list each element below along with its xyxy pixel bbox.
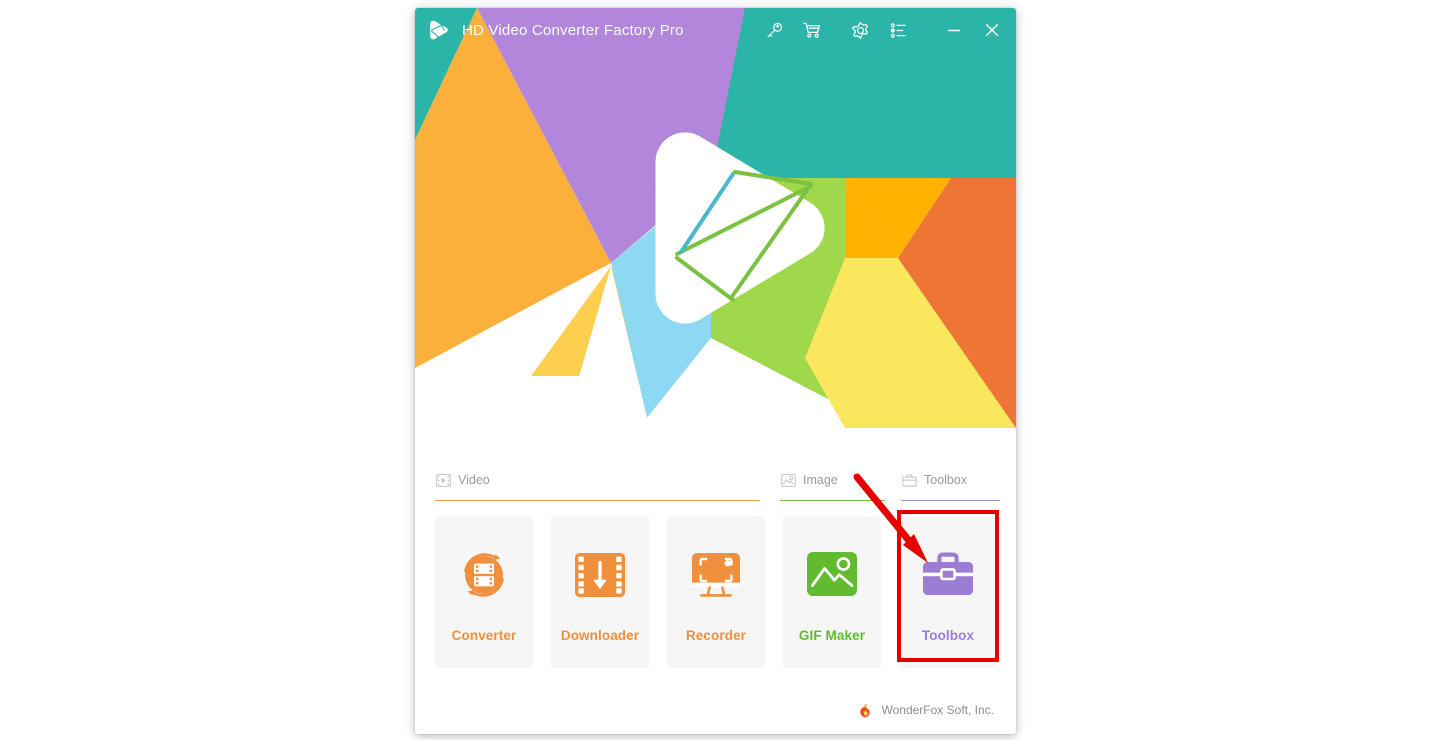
film-strip-icon (435, 472, 451, 488)
picture-icon (780, 472, 796, 488)
main-content: Video Image Toolbox Converter Downloader… (415, 451, 1016, 734)
minimize-button[interactable] (939, 15, 969, 45)
settings-gear-button[interactable] (845, 15, 875, 45)
close-button[interactable] (977, 15, 1007, 45)
converter-icon (452, 543, 516, 607)
section-image-label: Image (803, 473, 838, 487)
register-key-button[interactable] (759, 15, 789, 45)
section-header-row: Video Image Toolbox (435, 469, 1000, 501)
briefcase-icon (901, 472, 917, 488)
section-video: Video (435, 469, 760, 501)
tile-toolbox[interactable]: Toolbox (899, 517, 997, 668)
minimize-icon (948, 29, 960, 32)
close-icon (985, 23, 999, 37)
section-image-head: Image (780, 469, 885, 491)
hero-banner (415, 8, 1016, 451)
application-window: HD Video Converter Factory Pro Video Ima… (415, 8, 1016, 734)
section-image: Image (780, 469, 885, 501)
section-video-label: Video (458, 473, 490, 487)
downloader-icon (568, 543, 632, 607)
recorder-icon (684, 543, 748, 607)
tile-toolbox-label: Toolbox (921, 628, 975, 643)
key-icon (766, 22, 782, 37)
purchase-cart-button[interactable] (797, 15, 827, 45)
tile-gif-maker[interactable]: GIF Maker (783, 517, 881, 668)
tile-converter[interactable]: Converter (435, 517, 533, 668)
screenshot-root: HD Video Converter Factory Pro Video Ima… (0, 0, 1433, 740)
tile-recorder-label: Recorder (685, 628, 747, 643)
gear-icon (851, 21, 868, 39)
footer-company-label: WonderFox Soft, Inc. (881, 703, 995, 717)
cart-icon (802, 22, 821, 38)
gif-maker-icon (800, 543, 864, 607)
tile-downloader[interactable]: Downloader (551, 517, 649, 668)
section-toolbox-rule (901, 499, 1000, 501)
list-menu-icon (890, 22, 906, 38)
menu-list-button[interactable] (883, 15, 913, 45)
section-toolbox-head: Toolbox (901, 469, 1000, 491)
tile-downloader-label: Downloader (560, 628, 640, 643)
footer-bar: WonderFox Soft, Inc. (415, 700, 1016, 720)
section-image-rule (780, 499, 885, 501)
wonderfox-flame-icon (858, 702, 874, 718)
feature-tile-row: Converter Downloader Recorder GIF Maker … (435, 517, 1000, 668)
section-video-rule (435, 499, 760, 501)
tile-recorder[interactable]: Recorder (667, 517, 765, 668)
section-toolbox: Toolbox (901, 469, 1000, 501)
section-toolbox-label: Toolbox (924, 473, 968, 487)
section-video-head: Video (435, 469, 760, 491)
app-logo-icon (426, 17, 452, 43)
toolbox-icon (916, 543, 980, 607)
tile-gif-maker-label: GIF Maker (798, 628, 866, 643)
tile-converter-label: Converter (451, 628, 517, 643)
window-title: HD Video Converter Factory Pro (462, 21, 684, 39)
